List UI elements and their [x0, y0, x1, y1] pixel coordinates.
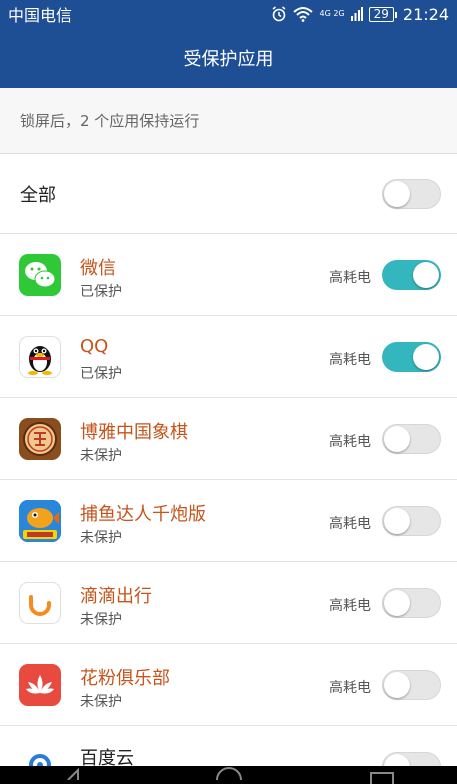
app-toggle-fishing-game[interactable] — [382, 506, 441, 536]
recents-icon[interactable] — [369, 772, 394, 784]
app-name: 滴滴出行 — [80, 586, 152, 607]
wechat-icon — [19, 254, 61, 296]
app-row-wechat[interactable]: 微信 已保护 高耗电 — [0, 234, 457, 316]
app-name: 微信 — [80, 258, 116, 279]
clock: 21:24 — [402, 4, 449, 24]
power-label: 高耗电 — [329, 516, 371, 532]
toggle-knob — [384, 672, 410, 698]
app-status: 未保护 — [80, 694, 122, 710]
app-row-baidu-cloud[interactable]: 百度云 — [0, 726, 457, 766]
lotus-icon — [19, 664, 61, 706]
status-icons: 4G 2G 29 21:24 — [271, 5, 449, 24]
all-apps-toggle[interactable] — [382, 179, 441, 209]
app-toggle-wechat[interactable] — [382, 260, 441, 290]
app-status: 已保护 — [80, 366, 122, 382]
didi-icon — [19, 582, 61, 624]
all-apps-label: 全部 — [20, 184, 56, 206]
toggle-knob — [413, 262, 439, 288]
back-icon[interactable] — [64, 766, 88, 784]
status-bar: 中国电信 4G 2G 29 21:24 — [0, 0, 457, 28]
home-icon[interactable] — [215, 766, 243, 784]
carrier-label: 中国电信 — [8, 6, 73, 25]
title-bar: 受保护应用 — [0, 28, 457, 88]
app-row-chinese-chess[interactable]: 博雅中国象棋 未保护 高耗电 — [0, 398, 457, 480]
app-row-fishing-game[interactable]: 捕鱼达人千炮版 未保护 高耗电 — [0, 480, 457, 562]
app-name: 百度云 — [80, 748, 134, 766]
toggle-knob — [384, 754, 410, 766]
alarm-icon — [271, 6, 287, 22]
power-label: 高耗电 — [329, 598, 371, 614]
power-label: 高耗电 — [329, 352, 371, 368]
app-toggle-baidu-cloud[interactable] — [382, 752, 441, 766]
app-status: 未保护 — [80, 448, 122, 464]
power-label: 高耗电 — [329, 270, 371, 286]
wifi-icon — [293, 6, 314, 22]
toggle-knob — [413, 344, 439, 370]
protection-summary: 锁屏后，2 个应用保持运行 — [20, 112, 200, 130]
app-status: 未保护 — [80, 612, 122, 628]
app-status: 未保护 — [80, 530, 122, 546]
all-apps-row[interactable]: 全部 — [0, 154, 457, 234]
app-name: 博雅中国象棋 — [80, 422, 188, 443]
app-name: 捕鱼达人千炮版 — [80, 504, 206, 525]
power-label: 高耗电 — [329, 434, 371, 450]
app-toggle-qq[interactable] — [382, 342, 441, 372]
power-label: 高耗电 — [329, 680, 371, 696]
signal-icon — [350, 6, 363, 22]
app-row-qq[interactable]: QQ 已保护 高耗电 — [0, 316, 457, 398]
toggle-knob — [384, 181, 410, 207]
app-row-huafen-club[interactable]: 花粉俱乐部 未保护 高耗电 — [0, 644, 457, 726]
navigation-bar — [0, 766, 457, 784]
battery-icon: 29 — [368, 6, 398, 22]
app-name: 花粉俱乐部 — [80, 668, 170, 689]
network-type-label: 4G 2G — [319, 9, 345, 18]
app-toggle-huafen-club[interactable] — [382, 670, 441, 700]
app-toggle-didi[interactable] — [382, 588, 441, 618]
qq-penguin-icon — [19, 336, 61, 378]
toggle-knob — [384, 590, 410, 616]
page-title: 受保护应用 — [183, 49, 274, 70]
chinese-chess-icon — [19, 418, 61, 460]
toggle-knob — [384, 426, 410, 452]
subtitle-bar: 锁屏后，2 个应用保持运行 — [0, 88, 457, 154]
fishing-game-icon — [19, 500, 61, 542]
app-row-didi[interactable]: 滴滴出行 未保护 高耗电 — [0, 562, 457, 644]
app-toggle-chinese-chess[interactable] — [382, 424, 441, 454]
app-status: 已保护 — [80, 284, 122, 300]
toggle-knob — [384, 508, 410, 534]
app-name: QQ — [80, 336, 109, 357]
baidu-cloud-icon — [19, 746, 61, 766]
